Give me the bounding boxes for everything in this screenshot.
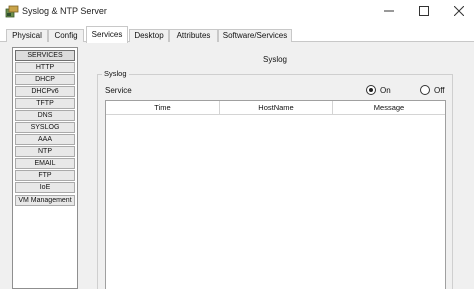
maximize-button[interactable] bbox=[409, 0, 439, 24]
services-sidebar: SERVICES HTTP DHCP DHCPv6 TFTP DNS SYSLO… bbox=[12, 47, 78, 289]
page-title: Syslog bbox=[262, 55, 287, 64]
tab-services[interactable]: Services bbox=[86, 26, 128, 43]
group-box-label: Syslog bbox=[102, 69, 129, 78]
column-header-time[interactable]: Time bbox=[106, 101, 220, 115]
service-on-radio[interactable] bbox=[366, 85, 376, 95]
minimize-icon bbox=[384, 6, 394, 18]
sidebar-item-dns[interactable]: DNS bbox=[15, 110, 75, 121]
tab-attributes[interactable]: Attributes bbox=[169, 29, 218, 42]
tab-strip: Physical Config Services Desktop Attribu… bbox=[0, 26, 474, 43]
sidebar-item-dhcpv6[interactable]: DHCPv6 bbox=[15, 86, 75, 97]
server-app-icon bbox=[5, 5, 19, 19]
title-bar: Syslog & NTP Server bbox=[0, 0, 474, 24]
sidebar-item-services[interactable]: SERVICES bbox=[15, 50, 75, 61]
sidebar-item-vm-management[interactable]: VM Management bbox=[15, 195, 75, 206]
window-title: Syslog & NTP Server bbox=[22, 6, 107, 16]
service-on-label[interactable]: On bbox=[380, 86, 391, 95]
service-off-label[interactable]: Off bbox=[434, 86, 445, 95]
tab-software-services[interactable]: Software/Services bbox=[218, 29, 292, 42]
column-header-message[interactable]: Message bbox=[333, 101, 445, 115]
sidebar-item-email[interactable]: EMAIL bbox=[15, 158, 75, 169]
tab-physical[interactable]: Physical bbox=[6, 29, 48, 42]
sidebar-item-tftp[interactable]: TFTP bbox=[15, 98, 75, 109]
services-panel: SERVICES HTTP DHCP DHCPv6 TFTP DNS SYSLO… bbox=[0, 42, 474, 289]
close-button[interactable] bbox=[444, 0, 474, 24]
sidebar-item-aaa[interactable]: AAA bbox=[15, 134, 75, 145]
column-header-hostname[interactable]: HostName bbox=[220, 101, 333, 115]
sidebar-item-http[interactable]: HTTP bbox=[15, 62, 75, 73]
service-off-radio[interactable] bbox=[420, 85, 430, 95]
sidebar-item-ntp[interactable]: NTP bbox=[15, 146, 75, 157]
syslog-table: Time HostName Message bbox=[105, 100, 446, 289]
tab-config[interactable]: Config bbox=[48, 29, 84, 42]
close-icon bbox=[453, 5, 465, 18]
service-label: Service bbox=[105, 86, 132, 95]
maximize-icon bbox=[419, 6, 429, 18]
minimize-button[interactable] bbox=[374, 0, 404, 24]
sidebar-item-syslog[interactable]: SYSLOG bbox=[15, 122, 75, 133]
sidebar-item-ioe[interactable]: IoE bbox=[15, 182, 75, 193]
sidebar-item-ftp[interactable]: FTP bbox=[15, 170, 75, 181]
sidebar-item-dhcp[interactable]: DHCP bbox=[15, 74, 75, 85]
tab-desktop[interactable]: Desktop bbox=[129, 29, 169, 42]
